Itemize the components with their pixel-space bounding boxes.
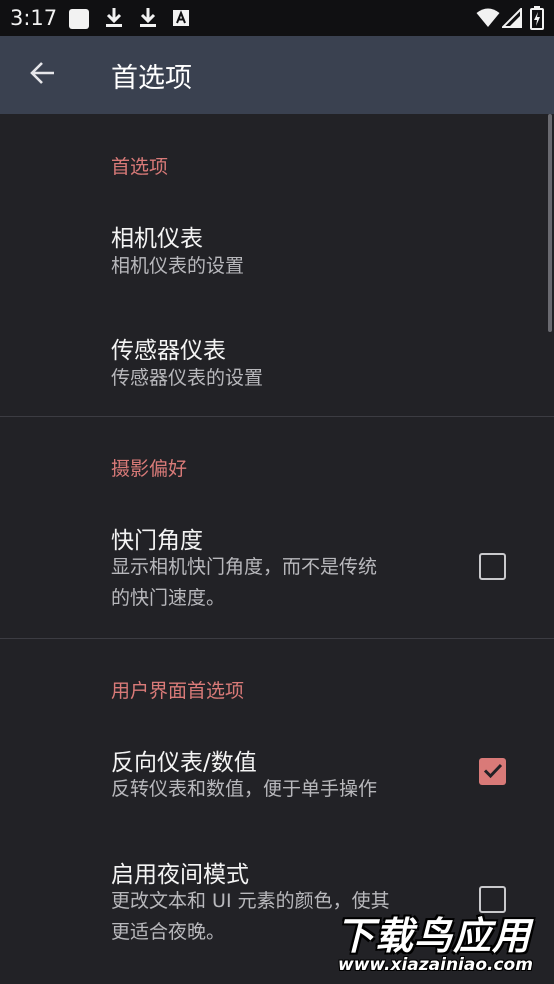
divider — [0, 416, 554, 417]
pref-item-title: 启用夜间模式 — [111, 862, 249, 888]
signal-icon — [500, 6, 522, 32]
pref-item-summary: 相机仪表的设置 — [111, 255, 245, 277]
download-icon — [104, 7, 124, 33]
section-header-photography: 摄影偏好 — [111, 458, 188, 480]
shutter-angle-checkbox[interactable] — [479, 553, 506, 580]
pref-item-camera-meter[interactable]: 相机仪表 相机仪表的设置 — [0, 204, 554, 310]
section-header-ui-preferences: 用户界面首选项 — [111, 680, 245, 702]
watermark-url: www.xiazainiao.com — [338, 955, 533, 975]
pref-item-title: 反向仪表/数值 — [111, 750, 257, 776]
checkmark-icon — [482, 759, 504, 785]
pref-item-reverse-meters[interactable]: 反向仪表/数值 反转仪表和数值，便于单手操作 — [0, 728, 554, 832]
pref-item-summary-line-2: 的快门速度。 — [111, 587, 226, 609]
reverse-meters-checkbox[interactable] — [479, 758, 506, 785]
pref-item-summary: 反转仪表和数值，便于单手操作 — [111, 778, 378, 800]
pref-item-summary: 传感器仪表的设置 — [111, 367, 264, 389]
preferences-list[interactable]: 首选项 相机仪表 相机仪表的设置 传感器仪表 传感器仪表的设置 摄影偏好 快门角… — [0, 114, 554, 984]
a-box-icon — [172, 9, 190, 31]
pref-item-summary-line-1: 显示相机快门角度，而不是传统 — [111, 556, 378, 578]
section-header-preferences: 首选项 — [111, 156, 169, 178]
status-bar: 3:17 — [0, 0, 554, 36]
wifi-icon — [476, 8, 500, 32]
pref-item-sensor-meter[interactable]: 传感器仪表 传感器仪表的设置 — [0, 316, 554, 416]
battery-charging-icon — [530, 6, 544, 34]
pref-item-title: 相机仪表 — [111, 226, 203, 252]
app-bar: 首选项 — [0, 36, 554, 114]
page-title: 首选项 — [111, 63, 192, 94]
status-time: 3:17 — [10, 6, 58, 30]
pref-item-title: 传感器仪表 — [111, 338, 226, 364]
back-button[interactable] — [22, 54, 64, 96]
arrow-back-icon — [30, 60, 56, 90]
watermark-logo-text: 下载鸟应用 — [336, 914, 532, 958]
square-notification-icon — [68, 8, 90, 34]
pref-item-shutter-angle[interactable]: 快门角度 显示相机快门角度，而不是传统 的快门速度。 — [0, 506, 554, 636]
divider — [0, 638, 554, 639]
download-icon — [138, 7, 158, 33]
watermark: 下载鸟应用 www.xiazainiao.com — [330, 903, 552, 981]
pref-item-title: 快门角度 — [111, 528, 203, 554]
